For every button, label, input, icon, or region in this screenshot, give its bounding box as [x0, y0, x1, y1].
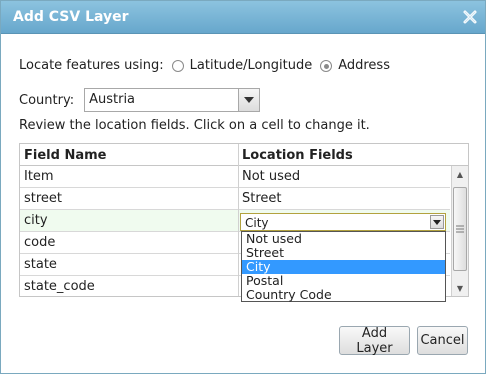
grid-header: Field Name Location Fields: [20, 144, 468, 166]
scroll-down-icon[interactable]: ▼: [452, 280, 468, 296]
column-divider: [238, 144, 239, 296]
add-csv-layer-dialog: Add CSV Layer Locate features using: Lat…: [0, 0, 486, 374]
locate-options: Locate features using: Latitude/Longitud…: [19, 58, 390, 73]
table-row[interactable]: street Street: [20, 188, 450, 210]
locate-label: Locate features using:: [19, 58, 164, 73]
radio-address-label[interactable]: Address: [338, 58, 390, 73]
location-field-select-value: City: [245, 216, 269, 230]
dropdown-option[interactable]: Street: [242, 246, 445, 260]
grid-scrollbar[interactable]: ▲ ▼: [451, 166, 468, 296]
country-row: Country: Austria: [19, 88, 261, 112]
field-name-cell: code: [24, 235, 56, 250]
location-field-cell[interactable]: Street: [242, 191, 282, 206]
scroll-thumb[interactable]: [453, 187, 467, 271]
country-value: Austria: [89, 92, 136, 107]
field-name-cell: Item: [24, 169, 54, 184]
field-name-cell: street: [24, 191, 63, 206]
radio-latitude-longitude-label[interactable]: Latitude/Longitude: [190, 58, 313, 73]
chevron-down-icon[interactable]: [430, 215, 444, 229]
dropdown-option[interactable]: Country Code: [242, 288, 445, 302]
table-row[interactable]: Item Not used: [20, 166, 450, 188]
dropdown-option[interactable]: Not used: [242, 232, 445, 246]
chevron-down-icon[interactable]: [238, 89, 260, 111]
dropdown-option[interactable]: City: [242, 260, 445, 274]
field-name-cell: city: [24, 213, 48, 228]
location-field-cell[interactable]: Not used: [242, 169, 300, 184]
scroll-up-icon[interactable]: ▲: [452, 166, 468, 182]
close-icon[interactable]: [461, 8, 479, 26]
add-layer-button[interactable]: Add Layer: [339, 326, 410, 356]
country-label: Country:: [19, 92, 75, 108]
dialog-titlebar[interactable]: Add CSV Layer: [1, 1, 485, 34]
dropdown-option[interactable]: Postal: [242, 274, 445, 288]
field-name-cell: state_code: [24, 279, 95, 294]
location-field-select[interactable]: City: [240, 213, 446, 231]
radio-address[interactable]: [320, 59, 333, 72]
location-field-dropdown-list: Not used Street City Postal Country Code: [241, 231, 446, 302]
radio-latitude-longitude[interactable]: [171, 59, 184, 72]
column-header-location-fields[interactable]: Location Fields: [242, 148, 353, 163]
field-name-cell: state: [24, 257, 57, 272]
instructions-text: Review the location fields. Click on a c…: [19, 118, 370, 133]
cancel-button[interactable]: Cancel: [417, 326, 468, 355]
country-select[interactable]: Austria: [84, 88, 261, 112]
dialog-title: Add CSV Layer: [13, 9, 129, 25]
column-header-field-name[interactable]: Field Name: [24, 148, 106, 163]
